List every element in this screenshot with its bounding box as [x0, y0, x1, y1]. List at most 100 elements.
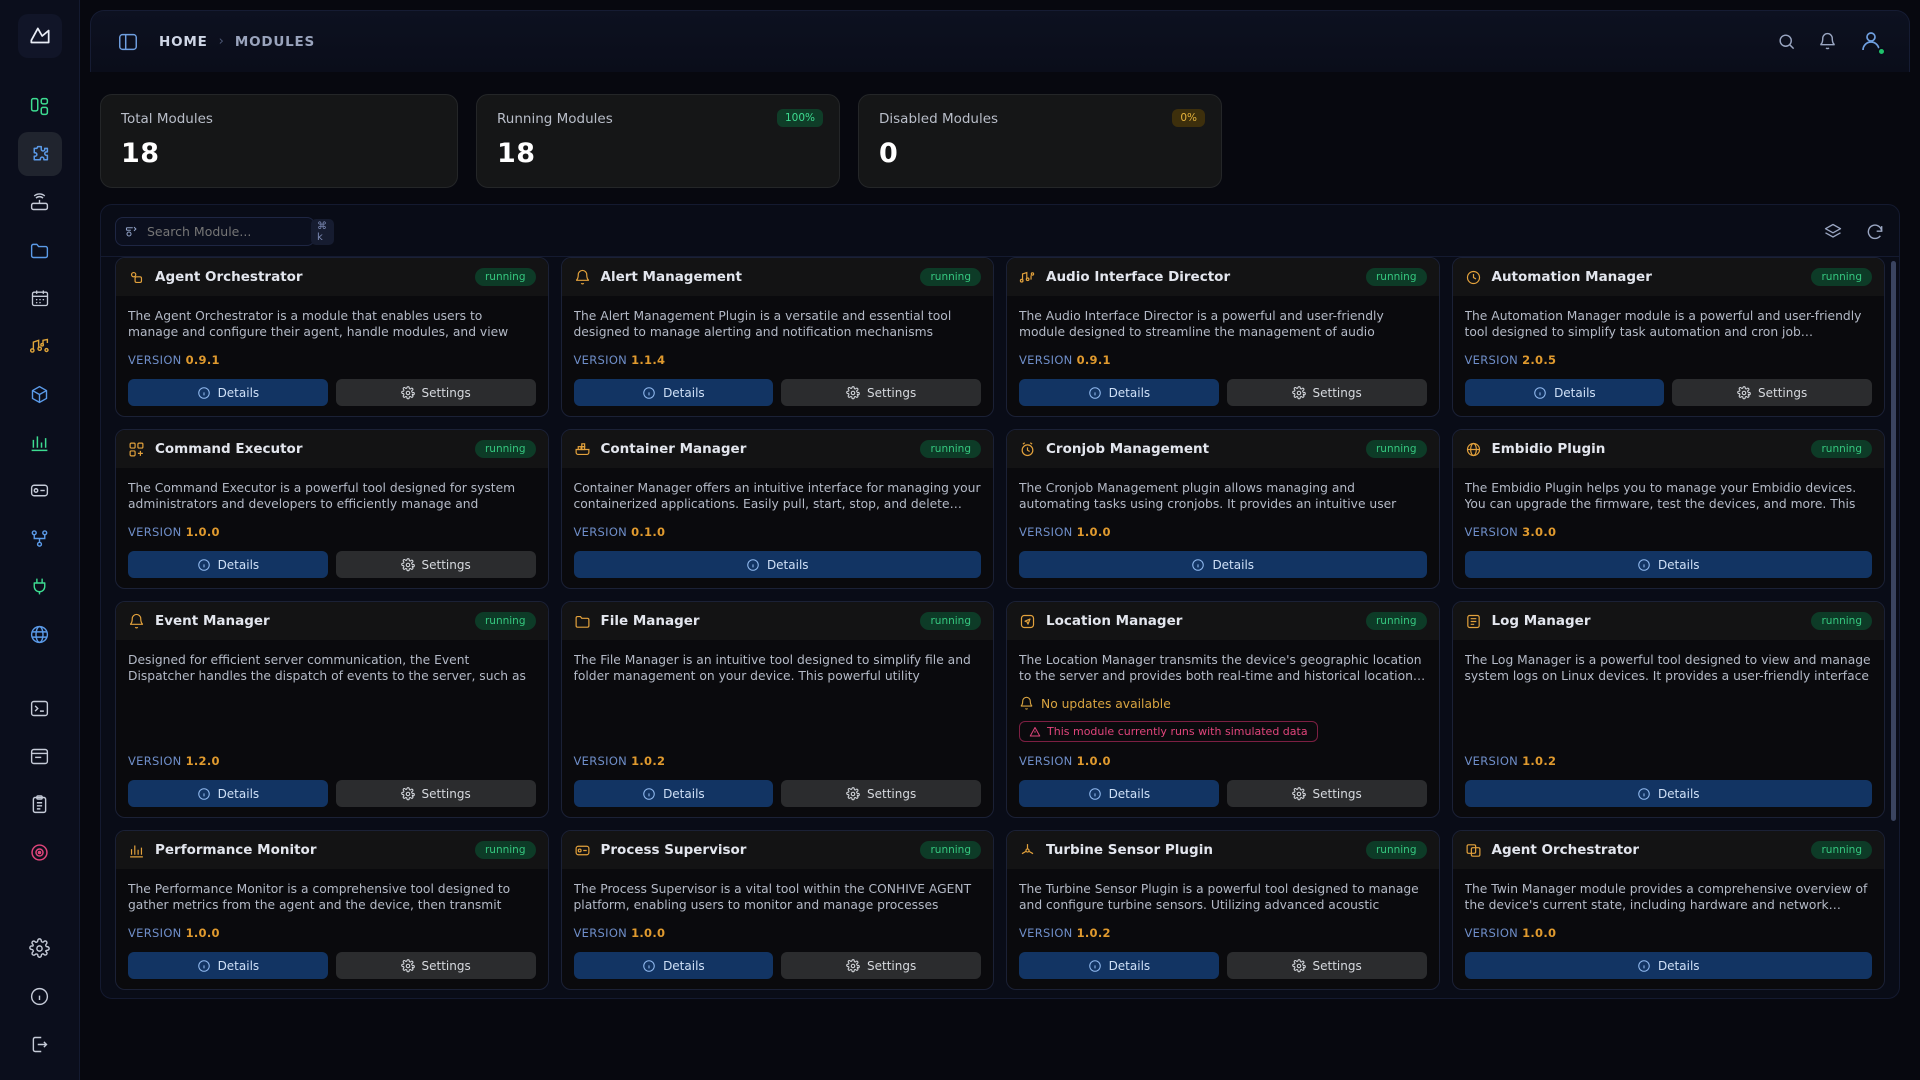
details-button[interactable]: Details: [1464, 379, 1665, 406]
details-button[interactable]: Details: [573, 780, 774, 807]
details-button-label: Details: [1657, 557, 1700, 572]
sidebar-item-about[interactable]: [18, 974, 62, 1018]
sidebar-item-settings[interactable]: [18, 926, 62, 970]
details-button[interactable]: Details: [1019, 952, 1219, 979]
settings-button[interactable]: Settings: [1226, 379, 1427, 406]
sidebar-item-console[interactable]: [18, 734, 62, 778]
gear-icon: [846, 958, 860, 973]
layers-icon[interactable]: [1823, 222, 1843, 242]
sidebar-item-files[interactable]: [18, 228, 62, 272]
details-button[interactable]: Details: [128, 952, 328, 979]
status-badge: running: [1365, 841, 1427, 859]
module-card[interactable]: Log Manager running The Log Manager is a…: [1451, 601, 1885, 818]
module-card[interactable]: Audio Interface Director running The Aud…: [1006, 257, 1440, 417]
settings-button[interactable]: Settings: [335, 551, 536, 578]
settings-button[interactable]: Settings: [1226, 952, 1427, 979]
details-button[interactable]: Details: [573, 379, 774, 406]
version-label: VERSION: [1019, 525, 1073, 539]
sidebar-item-scheduler[interactable]: [18, 276, 62, 320]
search-input[interactable]: [147, 224, 303, 239]
module-card-actions: Details: [1464, 780, 1872, 807]
module-card[interactable]: Embidio Plugin running The Embidio Plugi…: [1451, 429, 1885, 589]
refresh-icon[interactable]: [1865, 222, 1885, 242]
sidebar-item-logout[interactable]: [18, 1022, 62, 1066]
sidebar-item-processes[interactable]: [18, 468, 62, 512]
version-label: VERSION: [573, 926, 628, 940]
module-version: VERSION 3.0.0: [1465, 525, 1873, 539]
module-name: Automation Manager: [1491, 269, 1652, 285]
settings-button[interactable]: Settings: [781, 952, 981, 979]
settings-button[interactable]: Settings: [1672, 379, 1872, 406]
module-card[interactable]: File Manager running The File Manager is…: [560, 601, 994, 818]
settings-button[interactable]: Settings: [335, 780, 536, 807]
topbar-actions: [1777, 29, 1886, 56]
settings-button[interactable]: Settings: [781, 780, 981, 807]
details-button[interactable]: Details: [573, 551, 981, 578]
settings-button[interactable]: Settings: [1226, 780, 1427, 807]
module-version: VERSION 0.9.1: [128, 353, 536, 367]
details-button[interactable]: Details: [128, 551, 328, 578]
version-value: 1.0.2: [1522, 754, 1557, 768]
module-name: Process Supervisor: [600, 842, 747, 858]
search-icon[interactable]: [1777, 32, 1796, 51]
details-button[interactable]: Details: [1019, 379, 1219, 406]
sidebar-item-network[interactable]: [18, 180, 62, 224]
module-card[interactable]: Turbine Sensor Plugin running The Turbin…: [1006, 830, 1440, 990]
module-card[interactable]: Process Supervisor running The Process S…: [560, 830, 994, 990]
bell-icon[interactable]: [1818, 32, 1837, 51]
sidebar-item-metrics[interactable]: [18, 420, 62, 464]
details-button[interactable]: Details: [573, 952, 774, 979]
module-name: Location Manager: [1046, 613, 1183, 629]
settings-button[interactable]: Settings: [781, 379, 981, 406]
details-button[interactable]: Details: [1019, 780, 1219, 807]
app-root: HOME › MODULES Total Modules 18 Running …: [0, 0, 1920, 1080]
sidebar-item-dashboard[interactable]: [18, 84, 62, 128]
settings-button[interactable]: Settings: [335, 952, 536, 979]
module-card[interactable]: Event Manager running Designed for effic…: [115, 601, 549, 818]
module-card[interactable]: Performance Monitor running The Performa…: [115, 830, 549, 990]
details-button[interactable]: Details: [1464, 780, 1872, 807]
app-logo-icon[interactable]: [17, 14, 62, 58]
settings-button[interactable]: Settings: [335, 379, 536, 406]
module-card[interactable]: Alert Management running The Alert Manag…: [560, 257, 994, 417]
module-card[interactable]: Automation Manager running The Automatio…: [1451, 257, 1885, 417]
version-value: 1.0.0: [1076, 525, 1111, 539]
module-card[interactable]: Location Manager running The Location Ma…: [1006, 601, 1440, 818]
panel-toggle-icon[interactable]: [115, 29, 141, 55]
performance-monitor-icon: [128, 842, 145, 859]
breadcrumb-home[interactable]: HOME: [159, 34, 208, 50]
sidebar-item-logs[interactable]: [18, 782, 62, 826]
details-button-label: Details: [766, 557, 809, 572]
automation-manager-icon: [1465, 269, 1482, 286]
search-module-icon: [124, 224, 139, 239]
module-card-actions: Details: [1464, 952, 1872, 979]
module-card[interactable]: Command Executor running The Command Exe…: [115, 429, 549, 589]
gear-icon: [400, 786, 415, 801]
search-module-field[interactable]: ⌘ k: [115, 217, 334, 246]
module-card-header: Alert Management running: [561, 258, 993, 296]
user-avatar-icon[interactable]: [1859, 29, 1886, 56]
module-card[interactable]: Container Manager running Container Mana…: [560, 429, 994, 589]
sidebar-item-modules[interactable]: [17, 132, 62, 176]
module-card-body: Container Manager offers an intuitive in…: [562, 468, 994, 588]
sidebar-item-topology[interactable]: [18, 516, 62, 560]
details-button[interactable]: Details: [128, 780, 328, 807]
module-card[interactable]: Cronjob Management running The Cronjob M…: [1006, 429, 1440, 589]
module-name: Command Executor: [155, 441, 303, 457]
details-button[interactable]: Details: [1019, 551, 1427, 578]
sidebar-item-terminal[interactable]: [18, 686, 62, 730]
details-button[interactable]: Details: [128, 379, 328, 406]
sidebar-item-integrations[interactable]: [18, 564, 62, 608]
details-button[interactable]: Details: [1464, 952, 1872, 979]
sidebar-item-location[interactable]: [18, 612, 62, 656]
module-card[interactable]: Agent Orchestrator running The Agent Orc…: [115, 257, 549, 417]
simulated-data-warning-text: This module currently runs with simulate…: [1047, 725, 1308, 738]
grid-scrollbar[interactable]: [1891, 261, 1896, 821]
agent-orchestrator-icon: [128, 269, 145, 286]
sidebar-item-alerts[interactable]: [18, 830, 62, 874]
details-button[interactable]: Details: [1464, 551, 1872, 578]
module-card[interactable]: Agent Orchestrator running The Twin Mana…: [1451, 830, 1885, 990]
settings-button-label: Settings: [421, 557, 471, 572]
sidebar-item-containers[interactable]: [18, 372, 62, 416]
sidebar-item-audio[interactable]: [18, 324, 62, 368]
